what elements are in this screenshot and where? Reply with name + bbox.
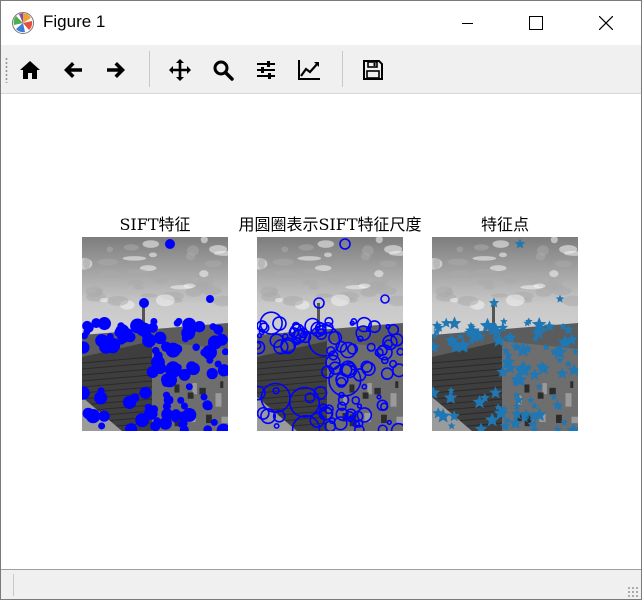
feature-point — [98, 410, 110, 422]
subplot-title: 特征点 — [480, 215, 530, 234]
feature-point — [97, 387, 105, 395]
forward-button[interactable] — [100, 54, 132, 86]
feature-point — [202, 400, 213, 411]
feature-point — [170, 411, 179, 421]
feature-point — [98, 422, 106, 430]
feature-point — [180, 402, 188, 410]
back-button[interactable] — [57, 54, 89, 86]
subplot-title: 用圆圈表示SIFT特征尺度 — [238, 215, 422, 234]
feature-point — [151, 346, 160, 355]
feature-point — [99, 339, 113, 354]
feature-point — [175, 317, 183, 325]
feature-point — [181, 326, 196, 341]
feature-point — [214, 360, 222, 368]
feature-point — [206, 295, 214, 303]
feature-point — [135, 413, 150, 428]
resize-grip[interactable] — [627, 586, 639, 598]
maximize-icon — [529, 16, 543, 30]
feature-point — [82, 407, 94, 420]
floppy-disk-icon — [363, 60, 383, 80]
magnifier-icon — [213, 60, 234, 81]
title-bar[interactable]: Figure 1 — [1, 1, 641, 45]
toolbar-separator — [149, 51, 150, 87]
close-button[interactable] — [583, 1, 629, 45]
feature-point — [210, 418, 218, 426]
feature-point — [200, 393, 208, 401]
feature-point — [162, 391, 170, 399]
figure-canvas[interactable]: SIFT特征 用圆圈表示SIFT特征尺度 特征点 — [1, 94, 641, 569]
feature-point — [165, 342, 181, 358]
save-button[interactable] — [357, 54, 389, 86]
arrow-right-icon — [107, 62, 125, 78]
sift-scale-circles-image — [257, 237, 403, 431]
maximize-button[interactable] — [513, 1, 559, 45]
feature-point — [118, 337, 126, 345]
feature-point — [149, 405, 159, 414]
edit-axes-button[interactable] — [293, 54, 325, 86]
minimize-button[interactable] — [445, 1, 491, 45]
toolbar-separator — [342, 51, 343, 87]
subplot-title: SIFT特征 — [119, 215, 191, 234]
minimize-icon — [462, 23, 473, 24]
feature-point — [209, 323, 217, 331]
feature-point — [192, 343, 200, 351]
feature-point — [206, 368, 218, 380]
status-bar — [1, 569, 641, 599]
feature-point — [125, 331, 136, 343]
home-icon — [20, 61, 40, 79]
feature-point — [206, 356, 214, 364]
window-title: Figure 1 — [43, 12, 106, 31]
sift-features-image — [82, 237, 228, 431]
feature-point — [207, 335, 222, 350]
feature-point — [150, 421, 161, 431]
matplotlib-icon — [11, 11, 35, 35]
feature-point — [136, 322, 151, 337]
feature-point — [122, 395, 137, 410]
figure-window: Figure 1 SIFT特征 用圆圈表示SIFT特征尺度 特征点 — [0, 0, 642, 600]
feature-point — [161, 373, 173, 386]
feature-point — [118, 323, 126, 332]
status-message — [13, 574, 634, 596]
sliders-icon — [257, 61, 275, 79]
close-icon — [599, 16, 613, 30]
feature-point — [147, 322, 158, 333]
feature-point — [193, 320, 206, 333]
feature-point — [139, 386, 152, 399]
feature-point — [139, 298, 149, 308]
keypoints-image — [432, 237, 578, 431]
feature-point — [185, 383, 193, 391]
feature-point — [178, 368, 191, 381]
navigation-toolbar — [1, 45, 641, 94]
line-chart-icon — [298, 60, 320, 80]
feature-point — [159, 417, 172, 430]
toolbar-grip[interactable] — [5, 57, 8, 83]
pan-button[interactable] — [164, 54, 196, 86]
home-button[interactable] — [14, 54, 46, 86]
arrow-left-icon — [64, 62, 82, 78]
feature-point — [165, 239, 175, 249]
move-icon — [169, 59, 191, 81]
zoom-button[interactable] — [207, 54, 239, 86]
subplots-button[interactable] — [250, 54, 282, 86]
feature-point — [150, 355, 165, 370]
